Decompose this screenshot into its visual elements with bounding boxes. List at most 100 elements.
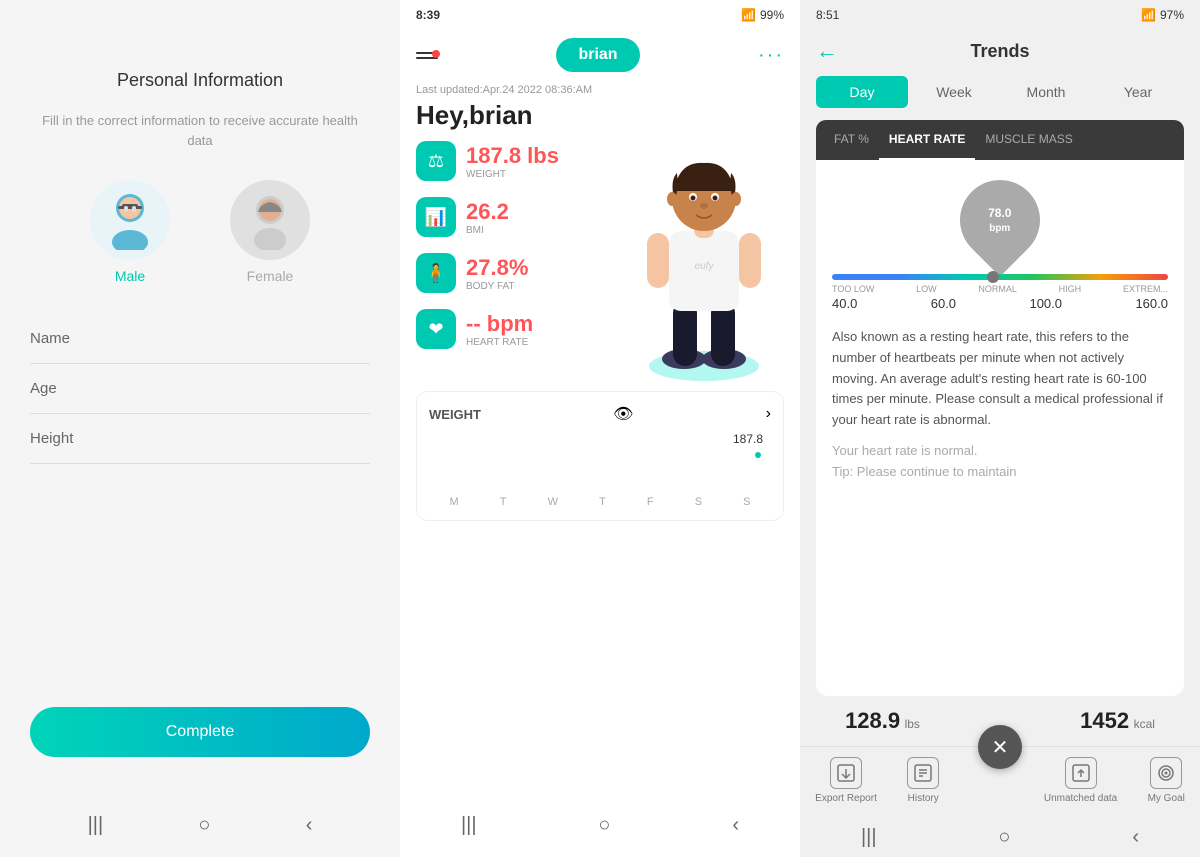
bottom-nav: ✕ Export Report History Unmatched data M…: [800, 746, 1200, 814]
label-too-low: TOO LOW: [832, 284, 874, 294]
tab-heart-rate[interactable]: HEART RATE: [879, 120, 975, 160]
tab-fat[interactable]: FAT %: [824, 120, 879, 160]
heart-rate-card: 78.0 bpm TOO LOW LOW NORMAL HIGH EXTREM.…: [816, 160, 1184, 696]
height-field[interactable]: Height: [30, 414, 370, 464]
gauge-value-display: 78.0 bpm: [988, 206, 1011, 234]
chart-value: 187.8: [733, 432, 763, 446]
metrics-avatar-section: ⚖ 187.8 lbs WEIGHT 📊 26.2 BMI 🧍 27.8% Bo…: [400, 141, 800, 381]
panel3-time: 8:51: [816, 8, 839, 22]
label-low: LOW: [916, 284, 937, 294]
my-goal-icon: [1150, 757, 1182, 789]
male-gender-option[interactable]: Male: [90, 180, 170, 284]
weight-chart-arrow[interactable]: ›: [766, 405, 771, 423]
back-icon-3[interactable]: ‹: [1132, 826, 1139, 849]
heartrate-metric[interactable]: ❤ -- bpm Heart Rate: [416, 309, 624, 349]
num-160: 160.0: [1135, 296, 1168, 311]
history-button[interactable]: History: [907, 757, 939, 804]
label-high: HIGH: [1059, 284, 1082, 294]
tab-day[interactable]: Day: [816, 76, 908, 108]
last-updated-text: Last updated:Apr.24 2022 08:36:AM: [400, 84, 800, 96]
tab-muscle-mass[interactable]: MUSCLE MASS: [975, 120, 1082, 160]
panel3-sys-nav: ||| ○ ‹: [800, 814, 1200, 857]
num-60: 60.0: [931, 296, 956, 311]
user-badge[interactable]: brian: [556, 38, 639, 72]
home-icon[interactable]: ○: [198, 814, 210, 837]
kcal-stat-unit: kcal: [1134, 717, 1155, 731]
bmi-metric[interactable]: 📊 26.2 BMI: [416, 197, 624, 237]
complete-button[interactable]: Complete: [30, 707, 370, 757]
recent-apps-icon-3[interactable]: |||: [861, 826, 877, 849]
kcal-stat-value: 1452: [1080, 708, 1129, 733]
name-field[interactable]: Name: [30, 314, 370, 364]
avatar-figure: eufy: [629, 141, 779, 381]
hr-status: Your heart rate is normal.: [832, 443, 1168, 458]
weight-value: 187.8 lbs: [466, 143, 559, 169]
male-label: Male: [115, 268, 145, 284]
personal-info-screen: Personal Information Fill in the correct…: [0, 0, 400, 857]
num-40: 40.0: [832, 296, 857, 311]
dashboard-screen: 8:39 📶 99% brian ··· Last updated:Apr.24…: [400, 0, 800, 857]
tab-month[interactable]: Month: [1000, 76, 1092, 108]
time-display: 8:39: [416, 8, 440, 22]
period-tabs: Day Week Month Year: [816, 76, 1184, 108]
num-100: 100.0: [1029, 296, 1062, 311]
hr-description: Also known as a resting heart rate, this…: [832, 327, 1168, 431]
back-button[interactable]: ←: [816, 38, 838, 64]
home-icon-3[interactable]: ○: [998, 826, 1010, 849]
panel3-wifi-icon: 📶: [1141, 8, 1156, 22]
panel2-sys-nav: ||| ○ ‹: [400, 814, 800, 837]
heartrate-label: Heart Rate: [466, 337, 533, 348]
tab-week[interactable]: Week: [908, 76, 1000, 108]
history-icon: [907, 757, 939, 789]
back-icon[interactable]: ‹: [306, 814, 313, 837]
panel3-status-icons: 📶 97%: [1141, 8, 1184, 22]
metrics-list: ⚖ 187.8 lbs WEIGHT 📊 26.2 BMI 🧍 27.8% Bo…: [416, 141, 624, 381]
female-avatar: [230, 180, 310, 260]
heartrate-icon: ❤: [416, 309, 456, 349]
export-report-button[interactable]: Export Report: [815, 757, 877, 804]
my-goal-button[interactable]: My Goal: [1148, 757, 1185, 804]
bmi-value: 26.2: [466, 199, 509, 225]
screen-subtitle: Fill in the correct information to recei…: [0, 111, 400, 150]
wifi-icon: 📶: [741, 8, 756, 22]
weight-metric[interactable]: ⚖ 187.8 lbs WEIGHT: [416, 141, 624, 181]
gauge-bar: [832, 274, 1168, 280]
female-gender-option[interactable]: Female: [230, 180, 310, 284]
my-goal-label: My Goal: [1148, 793, 1185, 804]
unmatched-data-label: Unmatched data: [1044, 793, 1117, 804]
panel3-status-bar: 8:51 📶 97%: [800, 0, 1200, 30]
weight-icon: ⚖: [416, 141, 456, 181]
recent-apps-icon-2[interactable]: |||: [461, 814, 477, 837]
menu-button[interactable]: [416, 52, 438, 59]
unmatched-data-button[interactable]: Unmatched data: [1044, 757, 1117, 804]
male-avatar: [90, 180, 170, 260]
gauge-container: 78.0 bpm TOO LOW LOW NORMAL HIGH EXTREM.…: [832, 180, 1168, 311]
bmi-icon: 📊: [416, 197, 456, 237]
weight-chart-section: WEIGHT 👁 › 187.8 M T W T F S S: [416, 391, 784, 521]
bodyfat-metric[interactable]: 🧍 27.8% Body Fat: [416, 253, 624, 293]
home-icon-2[interactable]: ○: [598, 814, 610, 837]
greeting-text: Hey,brian: [400, 100, 800, 131]
recent-apps-icon[interactable]: |||: [88, 814, 104, 837]
trends-title: Trends: [970, 41, 1029, 62]
bmi-label: BMI: [466, 225, 509, 236]
gauge-bubble: 78.0 bpm: [943, 163, 1056, 276]
status-icons: 📶 99%: [741, 8, 784, 22]
gauge-numbers: 40.0 60.0 100.0 160.0: [832, 296, 1168, 311]
age-field[interactable]: Age: [30, 364, 370, 414]
form-fields: Name Age Height: [0, 314, 400, 464]
tab-year[interactable]: Year: [1092, 76, 1184, 108]
bodyfat-icon: 🧍: [416, 253, 456, 293]
bodyfat-label: Body Fat: [466, 281, 528, 292]
back-icon-2[interactable]: ‹: [732, 814, 739, 837]
heartrate-value: -- bpm: [466, 311, 533, 337]
gauge-labels: TOO LOW LOW NORMAL HIGH EXTREM...: [832, 284, 1168, 294]
day-t1: T: [500, 496, 507, 508]
history-label: History: [908, 793, 939, 804]
bodyfat-value: 27.8%: [466, 255, 528, 281]
close-button[interactable]: ✕: [978, 725, 1022, 769]
panel3-battery: 97%: [1160, 8, 1184, 22]
gender-selector: Male Female: [90, 180, 310, 284]
more-options-button[interactable]: ···: [758, 44, 784, 67]
avatar-container: eufy: [624, 141, 784, 381]
